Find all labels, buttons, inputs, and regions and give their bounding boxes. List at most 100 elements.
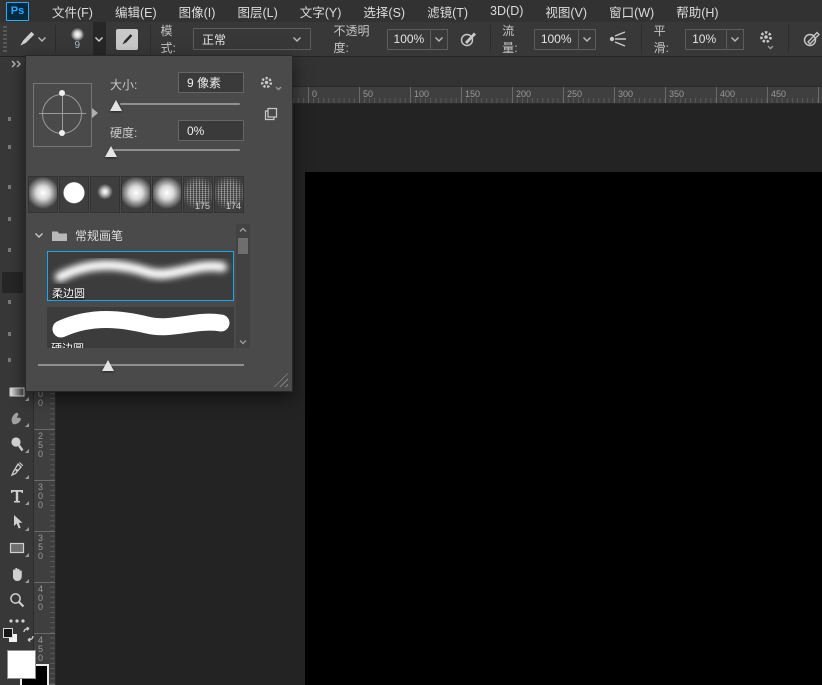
edit-toolbar-button[interactable] bbox=[0, 614, 33, 628]
menu-item-layer[interactable]: 图层(L) bbox=[226, 0, 288, 23]
vruler-label: 250 bbox=[34, 429, 55, 459]
dial-arrow-icon[interactable] bbox=[92, 108, 98, 118]
vruler-label: 400 bbox=[34, 582, 55, 612]
size-slider-thumb[interactable] bbox=[110, 100, 122, 111]
smoothing-input[interactable]: 10% bbox=[685, 29, 727, 50]
brush-item-hard-round[interactable]: 硬边圆 bbox=[47, 307, 234, 348]
foreground-color-swatch[interactable] bbox=[7, 650, 36, 679]
default-colors-button[interactable] bbox=[3, 628, 18, 643]
menu-item-help[interactable]: 帮助(H) bbox=[665, 0, 729, 23]
hruler-label: 450 bbox=[767, 87, 786, 103]
flow-value: 100% bbox=[541, 32, 572, 46]
scrollbar-thumb[interactable] bbox=[238, 238, 248, 254]
chevron-down-icon bbox=[292, 36, 302, 43]
hardness-label: 硬度: bbox=[110, 124, 137, 141]
brush-preset-preview[interactable]: 9 bbox=[62, 28, 93, 51]
chevron-down-icon bbox=[434, 36, 444, 43]
size-input[interactable]: 9 像素 bbox=[178, 72, 244, 93]
tool-dodge[interactable] bbox=[0, 432, 33, 456]
hruler-label: 250 bbox=[563, 87, 582, 103]
scroll-up-icon[interactable] bbox=[236, 226, 250, 234]
smoothing-dropdown-button[interactable] bbox=[727, 29, 744, 50]
panel-settings-button[interactable] bbox=[258, 74, 282, 91]
tool-path-select[interactable] bbox=[0, 510, 33, 534]
menu-item-image[interactable]: 图像(I) bbox=[168, 0, 227, 23]
menu-item-type[interactable]: 文字(Y) bbox=[289, 0, 353, 23]
brush-item-soft-round[interactable]: 柔边圆 bbox=[47, 251, 234, 301]
tool-preset-picker[interactable] bbox=[15, 29, 49, 49]
pressure-opacity-button[interactable] bbox=[459, 29, 479, 49]
flow-dropdown-button[interactable] bbox=[579, 29, 596, 50]
tool-type[interactable] bbox=[0, 484, 33, 508]
hand-icon bbox=[8, 565, 26, 583]
hruler-label: 100 bbox=[410, 87, 429, 103]
hruler-label: 300 bbox=[614, 87, 633, 103]
brush-list-scrollbar[interactable] bbox=[236, 224, 250, 348]
dial-handle-top[interactable] bbox=[59, 90, 65, 96]
pressure-opacity-icon bbox=[459, 29, 479, 49]
smoothing-label: 平滑: bbox=[654, 22, 679, 56]
tool-rectangle[interactable] bbox=[0, 536, 33, 560]
brush-list: 柔边圆 硬边圆 bbox=[28, 248, 234, 348]
airbrush-icon bbox=[607, 29, 629, 49]
hardness-slider-thumb[interactable] bbox=[105, 146, 117, 157]
options-bar-grip[interactable] bbox=[1, 26, 9, 52]
menu-item-file[interactable]: 文件(F) bbox=[41, 0, 104, 23]
opacity-dropdown-button[interactable] bbox=[431, 29, 448, 50]
blend-mode-select[interactable]: 正常 bbox=[193, 28, 312, 50]
swap-colors-button[interactable] bbox=[21, 627, 36, 642]
tool-pen[interactable] bbox=[0, 458, 33, 482]
gear-icon bbox=[258, 74, 275, 91]
brush-icon bbox=[119, 31, 135, 47]
toggle-brush-settings-button[interactable] bbox=[116, 29, 138, 50]
tool-smudge[interactable] bbox=[0, 406, 33, 430]
default-foreground-icon bbox=[3, 628, 13, 638]
pen-icon bbox=[8, 461, 26, 479]
brush-size-number: 9 bbox=[75, 41, 81, 51]
menu-item-view[interactable]: 视图(V) bbox=[534, 0, 598, 23]
smoothing-options-button[interactable] bbox=[757, 29, 775, 50]
brush-thumb-hard[interactable] bbox=[59, 176, 89, 213]
size-value: 9 像素 bbox=[187, 74, 221, 91]
menu-item-filter[interactable]: 滤镜(T) bbox=[416, 0, 479, 23]
airbrush-button[interactable] bbox=[607, 29, 629, 49]
opacity-input[interactable]: 100% bbox=[387, 29, 432, 50]
chevron-down-icon bbox=[34, 232, 44, 239]
soft-stroke-preview bbox=[48, 252, 233, 288]
brush-group-header[interactable]: 常规画笔 bbox=[28, 224, 123, 246]
tool-brush-selected[interactable] bbox=[2, 272, 23, 293]
menu-item-select[interactable]: 选择(S) bbox=[352, 0, 416, 23]
recent-brushes-row: 175 174 bbox=[28, 176, 244, 213]
preview-size-slider[interactable] bbox=[38, 364, 244, 366]
brush-thumb-soft[interactable] bbox=[152, 176, 182, 213]
menu-item-3d[interactable]: 3D(D) bbox=[479, 2, 534, 20]
menu-item-window[interactable]: 窗口(W) bbox=[598, 0, 665, 23]
brush-thumb-number: 175 bbox=[195, 201, 210, 211]
brush-thumb-soft[interactable] bbox=[121, 176, 151, 213]
pressure-size-button[interactable] bbox=[802, 29, 822, 49]
canvas[interactable] bbox=[305, 172, 822, 685]
brush-thumb-texture[interactable]: 175 bbox=[183, 176, 213, 213]
chevron-down-icon bbox=[767, 45, 774, 50]
hardness-slider[interactable] bbox=[112, 149, 240, 151]
tool-hand[interactable] bbox=[0, 562, 33, 586]
pressure-size-icon bbox=[802, 29, 822, 49]
brush-thumb-texture[interactable]: 174 bbox=[214, 176, 244, 213]
brush-thumb-soft-small[interactable] bbox=[90, 176, 120, 213]
hardness-input[interactable]: 0% bbox=[178, 120, 244, 141]
tool-zoom[interactable] bbox=[0, 588, 33, 612]
panel-resize-grip[interactable] bbox=[273, 372, 288, 387]
dial-handle-bottom[interactable] bbox=[59, 130, 65, 136]
brush-angle-dial[interactable] bbox=[33, 83, 92, 147]
size-slider[interactable] bbox=[120, 103, 240, 105]
brush-thumb-soft[interactable] bbox=[28, 176, 58, 213]
scroll-down-icon[interactable] bbox=[236, 338, 250, 346]
flow-input[interactable]: 100% bbox=[534, 29, 579, 50]
preview-size-slider-thumb[interactable] bbox=[102, 360, 114, 371]
brush-preset-picker-toggle[interactable] bbox=[93, 22, 106, 57]
new-preset-button[interactable] bbox=[263, 106, 279, 122]
hruler-label: 350 bbox=[665, 87, 684, 103]
menu-item-edit[interactable]: 编辑(E) bbox=[104, 0, 168, 23]
vruler-label: 350 bbox=[34, 531, 55, 561]
brush-item-label: 柔边圆 bbox=[48, 288, 233, 301]
